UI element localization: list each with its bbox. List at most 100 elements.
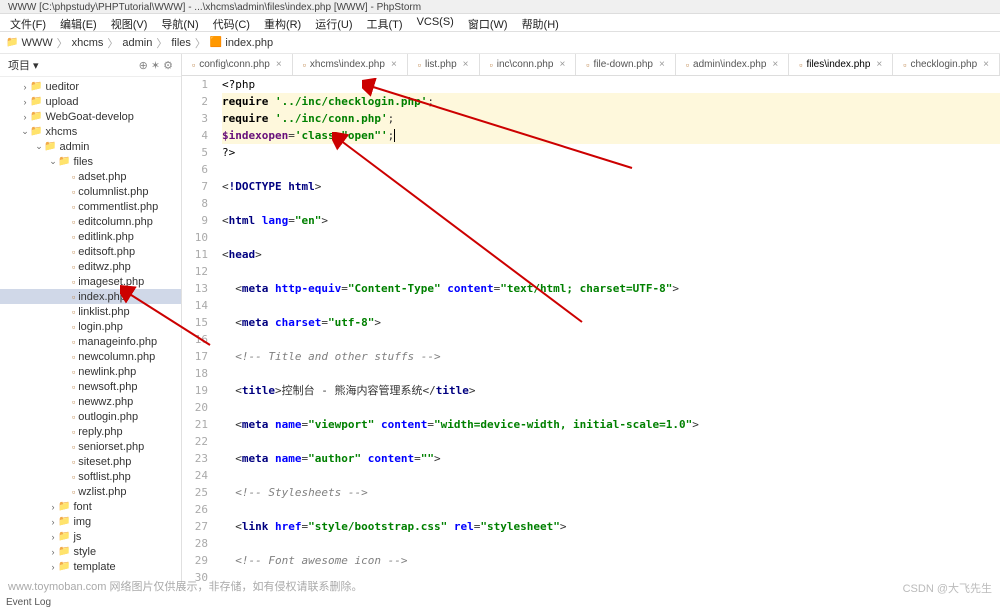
tree-file[interactable]: ▫index.php xyxy=(0,289,181,304)
code-line[interactable]: <title>控制台 - 熊海内容管理系统</title> xyxy=(222,382,1000,399)
tree-file[interactable]: ▫softlist.php xyxy=(0,469,181,484)
close-icon[interactable]: × xyxy=(659,59,665,70)
tree-folder[interactable]: ›📁js xyxy=(0,529,181,544)
close-icon[interactable]: × xyxy=(983,59,989,70)
code-line[interactable]: <meta charset="utf-8"> xyxy=(222,314,1000,331)
code-line[interactable] xyxy=(222,365,1000,382)
breadcrumb-item[interactable]: xhcms xyxy=(72,37,104,49)
tree-folder[interactable]: ›📁template xyxy=(0,559,181,574)
tree-file[interactable]: ▫reply.php xyxy=(0,424,181,439)
tree-file[interactable]: ▫newlink.php xyxy=(0,364,181,379)
breadcrumb-item[interactable]: admin xyxy=(122,37,152,49)
menu-item[interactable]: 导航(N) xyxy=(155,16,204,29)
code-line[interactable]: $indexopen='class="open"'; xyxy=(222,127,1000,144)
tree-folder[interactable]: ›📁WebGoat-develop xyxy=(0,109,181,124)
breadcrumb-item[interactable]: index.php xyxy=(225,37,273,49)
code-line[interactable]: <head> xyxy=(222,246,1000,263)
tree-file[interactable]: ▫imageset.php xyxy=(0,274,181,289)
chevron-down-icon[interactable]: ⌄ xyxy=(20,126,30,137)
close-icon[interactable]: × xyxy=(463,59,469,70)
menu-item[interactable]: 帮助(H) xyxy=(516,16,565,29)
code-editor[interactable]: 1234567891011121314151617181920212223242… xyxy=(182,76,1000,584)
code-line[interactable]: require '../inc/checklogin.php'; xyxy=(222,93,1000,110)
tree-file[interactable]: ▫manageinfo.php xyxy=(0,334,181,349)
code-line[interactable]: ?> xyxy=(222,144,1000,161)
tree-file[interactable]: ▫newwz.php xyxy=(0,394,181,409)
menu-item[interactable]: 编辑(E) xyxy=(54,16,103,29)
tree-folder[interactable]: ⌄📁files xyxy=(0,154,181,169)
close-icon[interactable]: × xyxy=(772,59,778,70)
code-line[interactable]: <meta http-equiv="Content-Type" content=… xyxy=(222,280,1000,297)
chevron-right-icon[interactable]: › xyxy=(48,562,58,572)
tree-file[interactable]: ▫newcolumn.php xyxy=(0,349,181,364)
code-line[interactable] xyxy=(222,229,1000,246)
chevron-right-icon[interactable]: › xyxy=(48,502,58,512)
menu-item[interactable]: 视图(V) xyxy=(105,16,154,29)
tree-folder[interactable]: ›📁style xyxy=(0,544,181,559)
tree-file[interactable]: ▫linklist.php xyxy=(0,304,181,319)
tree-file[interactable]: ▫outlogin.php xyxy=(0,409,181,424)
menu-item[interactable]: 窗口(W) xyxy=(462,16,514,29)
project-label[interactable]: 项目 ▾ xyxy=(8,57,39,73)
tree-file[interactable]: ▫adset.php xyxy=(0,169,181,184)
menu-item[interactable]: 代码(C) xyxy=(207,16,256,29)
code-line[interactable] xyxy=(222,535,1000,552)
tree-file[interactable]: ▫newsoft.php xyxy=(0,379,181,394)
code-line[interactable] xyxy=(222,263,1000,280)
chevron-right-icon[interactable]: › xyxy=(20,82,30,92)
editor-tab[interactable]: ▫inc\conn.php× xyxy=(480,54,577,75)
code-line[interactable]: <!-- Stylesheets --> xyxy=(222,484,1000,501)
code-line[interactable]: <?php xyxy=(222,76,1000,93)
tree-file[interactable]: ▫editcolumn.php xyxy=(0,214,181,229)
code-line[interactable]: <!-- Font awesome icon --> xyxy=(222,552,1000,569)
chevron-right-icon[interactable]: › xyxy=(20,112,30,122)
tree-file[interactable]: ▫editsoft.php xyxy=(0,244,181,259)
tree-file[interactable]: ▫siteset.php xyxy=(0,454,181,469)
chevron-right-icon[interactable]: › xyxy=(20,97,30,107)
tree-folder[interactable]: ›📁font xyxy=(0,499,181,514)
code-line[interactable] xyxy=(222,297,1000,314)
editor-tab[interactable]: ▫list.php× xyxy=(408,54,480,75)
tree-file[interactable]: ▫commentlist.php xyxy=(0,199,181,214)
breadcrumb-item[interactable]: files xyxy=(171,37,191,49)
editor-tab[interactable]: ▫xhcms\index.php× xyxy=(293,54,408,75)
chevron-down-icon[interactable]: ⌄ xyxy=(34,141,44,152)
close-icon[interactable]: × xyxy=(276,59,282,70)
code-line[interactable] xyxy=(222,161,1000,178)
tree-folder[interactable]: ⌄📁admin xyxy=(0,139,181,154)
tree-file[interactable]: ▫login.php xyxy=(0,319,181,334)
code-line[interactable] xyxy=(222,501,1000,518)
menu-item[interactable]: 工具(T) xyxy=(361,16,409,29)
code-line[interactable] xyxy=(222,331,1000,348)
editor-tab[interactable]: ▫files\index.php× xyxy=(789,54,893,75)
tree-file[interactable]: ▫editlink.php xyxy=(0,229,181,244)
close-icon[interactable]: × xyxy=(559,59,565,70)
tree-file[interactable]: ▫editwz.php xyxy=(0,259,181,274)
code-line[interactable]: <meta name="author" content=""> xyxy=(222,450,1000,467)
code-content[interactable]: <?phprequire '../inc/checklogin.php';req… xyxy=(216,76,1000,584)
tree-file[interactable]: ▫wzlist.php xyxy=(0,484,181,499)
editor-tab[interactable]: ▫admin\index.php× xyxy=(676,54,789,75)
code-line[interactable] xyxy=(222,399,1000,416)
menu-item[interactable]: 文件(F) xyxy=(4,16,52,29)
code-line[interactable]: require '../inc/conn.php'; xyxy=(222,110,1000,127)
code-line[interactable]: <meta name="viewport" content="width=dev… xyxy=(222,416,1000,433)
close-icon[interactable]: × xyxy=(876,59,882,70)
code-line[interactable]: <link href="style/bootstrap.css" rel="st… xyxy=(222,518,1000,535)
tree-folder[interactable]: ⌄📁xhcms xyxy=(0,124,181,139)
code-line[interactable] xyxy=(222,433,1000,450)
menu-item[interactable]: 运行(U) xyxy=(309,16,358,29)
chevron-right-icon[interactable]: › xyxy=(48,517,58,527)
tree-file[interactable]: ▫seniorset.php xyxy=(0,439,181,454)
code-line[interactable] xyxy=(222,195,1000,212)
menu-item[interactable]: VCS(S) xyxy=(411,16,460,29)
settings-icon[interactable]: ⊕ ✶ ⚙ xyxy=(139,59,173,72)
chevron-right-icon[interactable]: › xyxy=(48,532,58,542)
code-line[interactable]: <html lang="en"> xyxy=(222,212,1000,229)
chevron-right-icon[interactable]: › xyxy=(48,547,58,557)
tree-folder[interactable]: ›📁img xyxy=(0,514,181,529)
tree-folder[interactable]: ›📁ueditor xyxy=(0,79,181,94)
close-icon[interactable]: × xyxy=(391,59,397,70)
editor-tab[interactable]: ▫checklogin.php× xyxy=(893,54,1000,75)
chevron-down-icon[interactable]: ⌄ xyxy=(48,156,58,167)
